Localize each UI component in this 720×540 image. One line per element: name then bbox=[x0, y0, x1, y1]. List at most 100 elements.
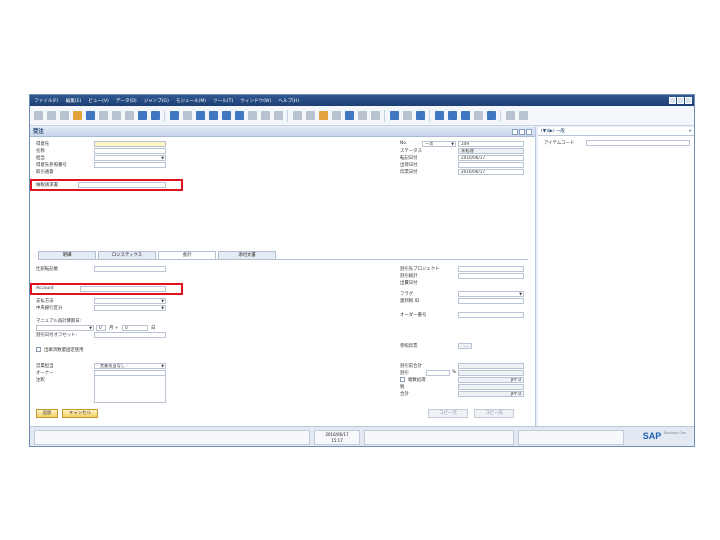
gross-profit-icon[interactable] bbox=[319, 111, 328, 120]
contact-select[interactable] bbox=[94, 155, 166, 161]
discount-offset-field[interactable] bbox=[94, 332, 166, 338]
rounding-checkbox[interactable] bbox=[400, 377, 405, 382]
name-field[interactable] bbox=[94, 148, 166, 154]
tab-attachments[interactable]: 添付文書 bbox=[218, 251, 276, 259]
sort-icon[interactable] bbox=[261, 111, 270, 120]
settings2-icon[interactable] bbox=[371, 111, 380, 120]
menu-file[interactable]: ファイル(F) bbox=[34, 98, 59, 104]
payment-method-select[interactable] bbox=[94, 298, 166, 304]
item-code-field[interactable] bbox=[586, 140, 690, 146]
discount-percent-field[interactable] bbox=[426, 370, 450, 376]
side-panel-title[interactable]: (▼)(▶) 一般 bbox=[541, 129, 565, 134]
copy-to-button[interactable]: コピー先 bbox=[474, 409, 514, 418]
flag-select[interactable] bbox=[458, 291, 524, 297]
remarks-textarea[interactable] bbox=[94, 375, 166, 403]
base-document-icon[interactable] bbox=[293, 111, 302, 120]
label-tax-id: 連邦税 ID bbox=[400, 299, 420, 304]
document3-icon[interactable] bbox=[125, 111, 134, 120]
payment-icon[interactable] bbox=[332, 111, 341, 120]
first-record-icon[interactable] bbox=[196, 111, 205, 120]
copy-from-button[interactable]: コピー元 bbox=[428, 409, 468, 418]
close-icon[interactable] bbox=[685, 97, 692, 104]
side-panel-close-icon[interactable]: × bbox=[688, 127, 692, 136]
next-record-icon[interactable] bbox=[222, 111, 231, 120]
edit-icon[interactable] bbox=[390, 111, 399, 120]
new-icon[interactable] bbox=[183, 111, 192, 120]
tab-accounting[interactable]: 会計 bbox=[158, 251, 216, 259]
form-maximize-icon[interactable] bbox=[519, 129, 525, 135]
filter-icon[interactable] bbox=[151, 111, 160, 120]
layout-icon[interactable] bbox=[274, 111, 283, 120]
label-remarks: 注釈 bbox=[36, 378, 45, 383]
customer-ref-field[interactable] bbox=[94, 162, 166, 168]
document-icon[interactable] bbox=[99, 111, 108, 120]
user-icon[interactable] bbox=[474, 111, 483, 120]
grid-icon[interactable] bbox=[448, 111, 457, 120]
discount-total-field[interactable] bbox=[458, 273, 524, 279]
previous-record-icon[interactable] bbox=[209, 111, 218, 120]
label-customer: 得意先 bbox=[36, 142, 50, 147]
add-button[interactable]: 追加 bbox=[36, 409, 58, 418]
side-panel: (▼)(▶) 一般 × アイテムコード bbox=[538, 127, 694, 440]
settings-icon[interactable] bbox=[358, 111, 367, 120]
day-field[interactable]: 0 bbox=[122, 325, 148, 331]
chart-icon[interactable] bbox=[345, 111, 354, 120]
help-icon[interactable] bbox=[487, 111, 496, 120]
email-icon[interactable] bbox=[60, 111, 69, 120]
reference-doc-button[interactable]: ... bbox=[458, 343, 472, 349]
lock-icon[interactable] bbox=[506, 111, 515, 120]
minimize-icon[interactable] bbox=[669, 97, 676, 104]
target-document-icon[interactable] bbox=[306, 111, 315, 120]
menu-help[interactable]: ヘルプ(H) bbox=[278, 98, 299, 104]
month-field[interactable]: 0 bbox=[96, 325, 106, 331]
export-icon[interactable] bbox=[73, 111, 82, 120]
forms-icon[interactable] bbox=[416, 111, 425, 120]
find-icon[interactable] bbox=[170, 111, 179, 120]
label-total-before-discount: 割引前合計 bbox=[400, 364, 422, 369]
due-date-select[interactable] bbox=[36, 325, 94, 331]
print-preview-icon[interactable] bbox=[34, 111, 43, 120]
document2-icon[interactable] bbox=[112, 111, 121, 120]
doc-number-field[interactable]: 249 bbox=[458, 141, 524, 147]
upload-icon[interactable] bbox=[138, 111, 147, 120]
label-status: ステータス bbox=[400, 149, 422, 154]
order-number-field[interactable] bbox=[458, 312, 524, 318]
menu-tools[interactable]: ツール(T) bbox=[213, 98, 233, 104]
journal-remark-field[interactable] bbox=[94, 266, 166, 272]
sales-employee-select[interactable]: - 営業担当なし - bbox=[94, 363, 166, 369]
label-payment-method: 支払方法 bbox=[36, 299, 54, 304]
form-close-icon[interactable] bbox=[526, 129, 532, 135]
account-field[interactable] bbox=[80, 286, 166, 292]
document-date-field[interactable]: 2016/06/17 bbox=[458, 169, 524, 175]
table-icon[interactable] bbox=[435, 111, 444, 120]
posting-date-field[interactable]: 2016/06/17 bbox=[458, 155, 524, 161]
menu-view[interactable]: ビュー(V) bbox=[88, 98, 109, 104]
fixed-quantity-checkbox[interactable] bbox=[36, 347, 41, 352]
menu-window[interactable]: ウィンドウ(W) bbox=[240, 98, 271, 104]
form-minimize-icon[interactable] bbox=[512, 129, 518, 135]
menu-data[interactable]: データ(D) bbox=[116, 98, 137, 104]
cancel-button[interactable]: キャンセル bbox=[62, 409, 98, 418]
customer-field[interactable] bbox=[94, 141, 166, 147]
image-icon[interactable] bbox=[461, 111, 470, 120]
series-select[interactable]: 一次 bbox=[422, 141, 456, 147]
status-bar: 2016/06/17 15:17 SAP Business One bbox=[30, 426, 694, 446]
calendar-icon[interactable] bbox=[519, 111, 528, 120]
last-record-icon[interactable] bbox=[235, 111, 244, 120]
maximize-icon[interactable] bbox=[677, 97, 684, 104]
label-item-code: アイテムコード bbox=[544, 141, 575, 146]
menu-edit[interactable]: 編集(E) bbox=[66, 98, 82, 104]
central-bank-select[interactable] bbox=[94, 305, 166, 311]
menu-goto[interactable]: ジャンプ(G) bbox=[144, 98, 169, 104]
tax-id-field[interactable] bbox=[458, 298, 524, 304]
delivery-date-field[interactable] bbox=[458, 162, 524, 168]
invoice-field[interactable] bbox=[78, 182, 166, 188]
tab-contents[interactable]: 明細 bbox=[38, 251, 96, 259]
project-field[interactable] bbox=[458, 266, 524, 272]
refresh-icon[interactable] bbox=[248, 111, 257, 120]
print-icon[interactable] bbox=[47, 111, 56, 120]
briefcase-icon[interactable] bbox=[86, 111, 95, 120]
tab-logistics[interactable]: ロジスティクス bbox=[98, 251, 156, 259]
copy-icon[interactable] bbox=[403, 111, 412, 120]
menu-modules[interactable]: モジュール(M) bbox=[176, 98, 206, 104]
